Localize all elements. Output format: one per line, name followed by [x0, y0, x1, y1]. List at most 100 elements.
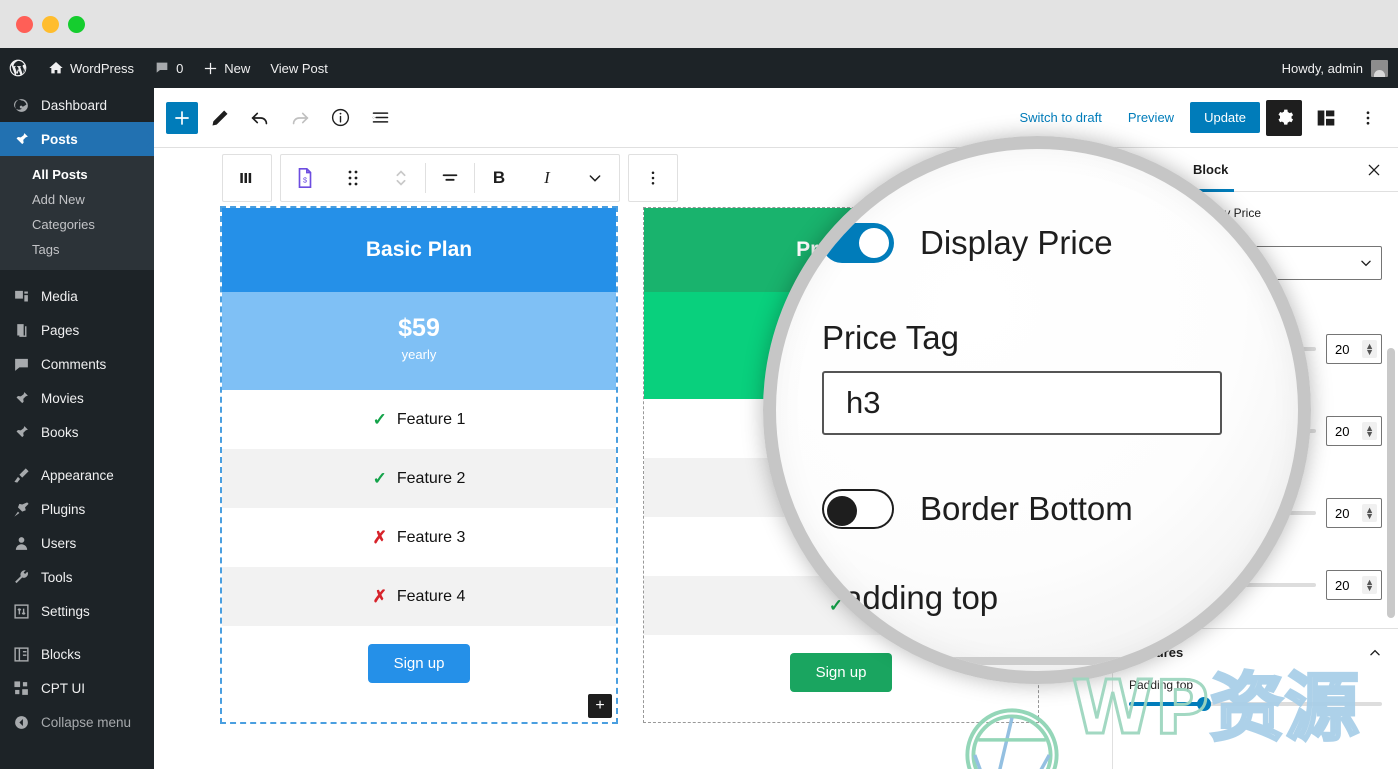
redo-icon[interactable] — [282, 100, 318, 136]
submenu-item-tags[interactable]: Tags — [0, 237, 154, 262]
sidebar-item-label: Posts — [41, 131, 78, 147]
block-appender-button[interactable]: + — [588, 694, 612, 718]
border-bottom-label: Border Bottom — [920, 490, 1133, 527]
border-bottom-toggle[interactable] — [822, 489, 894, 529]
switch-to-draft-button[interactable]: Switch to draft — [1009, 104, 1111, 131]
comments-bubble[interactable]: 0 — [144, 48, 193, 88]
avatar — [1371, 59, 1388, 77]
undo-icon[interactable] — [242, 100, 278, 136]
align-icon[interactable] — [426, 155, 474, 201]
padding-spinner-2[interactable]: 20 ▲ ▼ — [1326, 416, 1382, 446]
padding-spinner-4[interactable]: 20 ▲ ▼ — [1326, 570, 1382, 600]
price-tag-value: h3 — [846, 385, 881, 420]
sidebar-item-posts[interactable]: Posts — [0, 122, 154, 156]
card-price-amount: $59 — [398, 314, 440, 342]
sidebar-item-appearance[interactable]: Appearance — [0, 458, 154, 492]
sidebar-item-pages[interactable]: Pages — [0, 313, 154, 347]
card-price-area[interactable]: $59 yearly — [222, 292, 616, 390]
submenu-item-all-posts[interactable]: All Posts — [0, 162, 154, 187]
price-block-icon[interactable]: $ — [281, 155, 329, 201]
stepper-arrows-icon[interactable]: ▲ ▼ — [1362, 422, 1377, 440]
sidebar-item-books[interactable]: Books — [0, 415, 154, 449]
sidebar-item-cpt-ui[interactable]: CPT UI — [0, 671, 154, 705]
sidebar-item-movies[interactable]: Movies — [0, 381, 154, 415]
spinner-value: 20 — [1335, 341, 1350, 357]
drag-handle-icon[interactable] — [329, 155, 377, 201]
sidebar-item-media[interactable]: Media — [0, 279, 154, 313]
feature-row[interactable]: ✗ Feature 4 — [222, 567, 616, 626]
card-cta-area: Sign up — [222, 626, 616, 713]
padding-spinner-3[interactable]: 20 ▲ ▼ — [1326, 498, 1382, 528]
magnifier-lens: Display Price Price Tag h3 Border Bottom… — [763, 136, 1311, 684]
sign-up-button[interactable]: Sign up — [367, 644, 471, 683]
update-button[interactable]: Update — [1190, 102, 1260, 133]
view-post-label: View Post — [270, 60, 328, 76]
wordpress-logo-icon — [8, 58, 28, 78]
sidebar-item-settings[interactable]: Settings — [0, 594, 154, 628]
padding-spinner-1[interactable]: 20 ▲ ▼ — [1326, 334, 1382, 364]
check-icon: ✓ — [372, 409, 387, 429]
comment-icon — [11, 354, 31, 374]
italic-icon[interactable]: I — [523, 155, 571, 201]
feature-row[interactable]: ✓ Feature 2 — [222, 449, 616, 508]
sidebar-item-collapse-menu[interactable]: Collapse menu — [0, 705, 154, 739]
editor-header: Switch to draft Preview Update — [154, 88, 1398, 148]
site-name-link[interactable]: WordPress — [38, 48, 144, 88]
sidebar-item-dashboard[interactable]: Dashboard — [0, 88, 154, 122]
italic-label: I — [544, 168, 550, 187]
list-view-icon[interactable] — [362, 100, 398, 136]
wp-logo-menu[interactable] — [0, 48, 38, 88]
pricing-card-basic[interactable]: Basic Plan $59 yearly ✓ Feature 1 ✓ Feat… — [220, 206, 618, 724]
sidebar-scrollbar[interactable] — [1387, 348, 1395, 618]
move-updown-icon[interactable] — [377, 155, 425, 201]
display-price-toggle[interactable] — [822, 223, 894, 263]
edit-pencil-icon[interactable] — [202, 100, 238, 136]
stepper-arrows-icon[interactable]: ▲ ▼ — [1362, 576, 1377, 594]
dashboard-icon — [11, 95, 31, 115]
feature-row[interactable]: ✗ Feature 3 — [222, 508, 616, 567]
window-minimize-button[interactable] — [42, 15, 59, 33]
preview-button[interactable]: Preview — [1118, 104, 1184, 131]
window-titlebar — [0, 0, 1398, 48]
more-options-icon[interactable] — [629, 155, 677, 201]
howdy-label: Howdy, admin — [1281, 60, 1363, 76]
padding-top-slider[interactable] — [822, 648, 1222, 671]
window-close-button[interactable] — [16, 15, 33, 33]
add-block-button[interactable] — [166, 101, 198, 134]
new-content-menu[interactable]: New — [193, 48, 260, 88]
price-tag-select[interactable]: h3 — [822, 371, 1222, 435]
sidebar-item-blocks[interactable]: Blocks — [0, 637, 154, 671]
admin-bar-account[interactable]: Howdy, admin — [1281, 59, 1398, 77]
admin-sidebar-menu: Dashboard Posts All Posts Add New Catego… — [0, 88, 154, 769]
columns-icon[interactable] — [223, 155, 271, 201]
padding-slider-5[interactable] — [1129, 697, 1382, 711]
window-maximize-button[interactable] — [68, 15, 85, 33]
bold-icon[interactable]: B — [475, 155, 523, 201]
stepper-arrows-icon[interactable]: ▲ ▼ — [1362, 504, 1377, 522]
submenu-item-add-new[interactable]: Add New — [0, 187, 154, 212]
block-toolbar: $ B I — [222, 154, 678, 202]
chevron-down-icon[interactable] — [571, 155, 619, 201]
cross-icon: ✗ — [372, 527, 387, 547]
card-title[interactable]: Basic Plan — [222, 208, 616, 292]
blocks-icon — [11, 644, 31, 664]
spinner-value: 20 — [1335, 505, 1350, 521]
kebab-menu-icon[interactable] — [1350, 100, 1386, 136]
posts-submenu: All Posts Add New Categories Tags — [0, 156, 154, 270]
chevron-up-icon[interactable] — [1368, 646, 1382, 660]
brush-icon — [11, 465, 31, 485]
feature-row[interactable]: ✓ Feature 1 — [222, 390, 616, 449]
sidebar-item-label: Collapse menu — [41, 714, 132, 730]
sidebar-item-comments[interactable]: Comments — [0, 347, 154, 381]
close-icon[interactable] — [1356, 152, 1392, 188]
sidebar-item-tools[interactable]: Tools — [0, 560, 154, 594]
blocks-panel-icon[interactable] — [1308, 100, 1344, 136]
sidebar-item-users[interactable]: Users — [0, 526, 154, 560]
sidebar-item-plugins[interactable]: Plugins — [0, 492, 154, 526]
sidebar-item-label: Plugins — [41, 501, 86, 517]
submenu-item-categories[interactable]: Categories — [0, 212, 154, 237]
view-post-link[interactable]: View Post — [260, 48, 338, 88]
info-icon[interactable] — [322, 100, 358, 136]
stepper-arrows-icon[interactable]: ▲ ▼ — [1362, 340, 1377, 358]
gear-icon[interactable] — [1266, 99, 1302, 136]
